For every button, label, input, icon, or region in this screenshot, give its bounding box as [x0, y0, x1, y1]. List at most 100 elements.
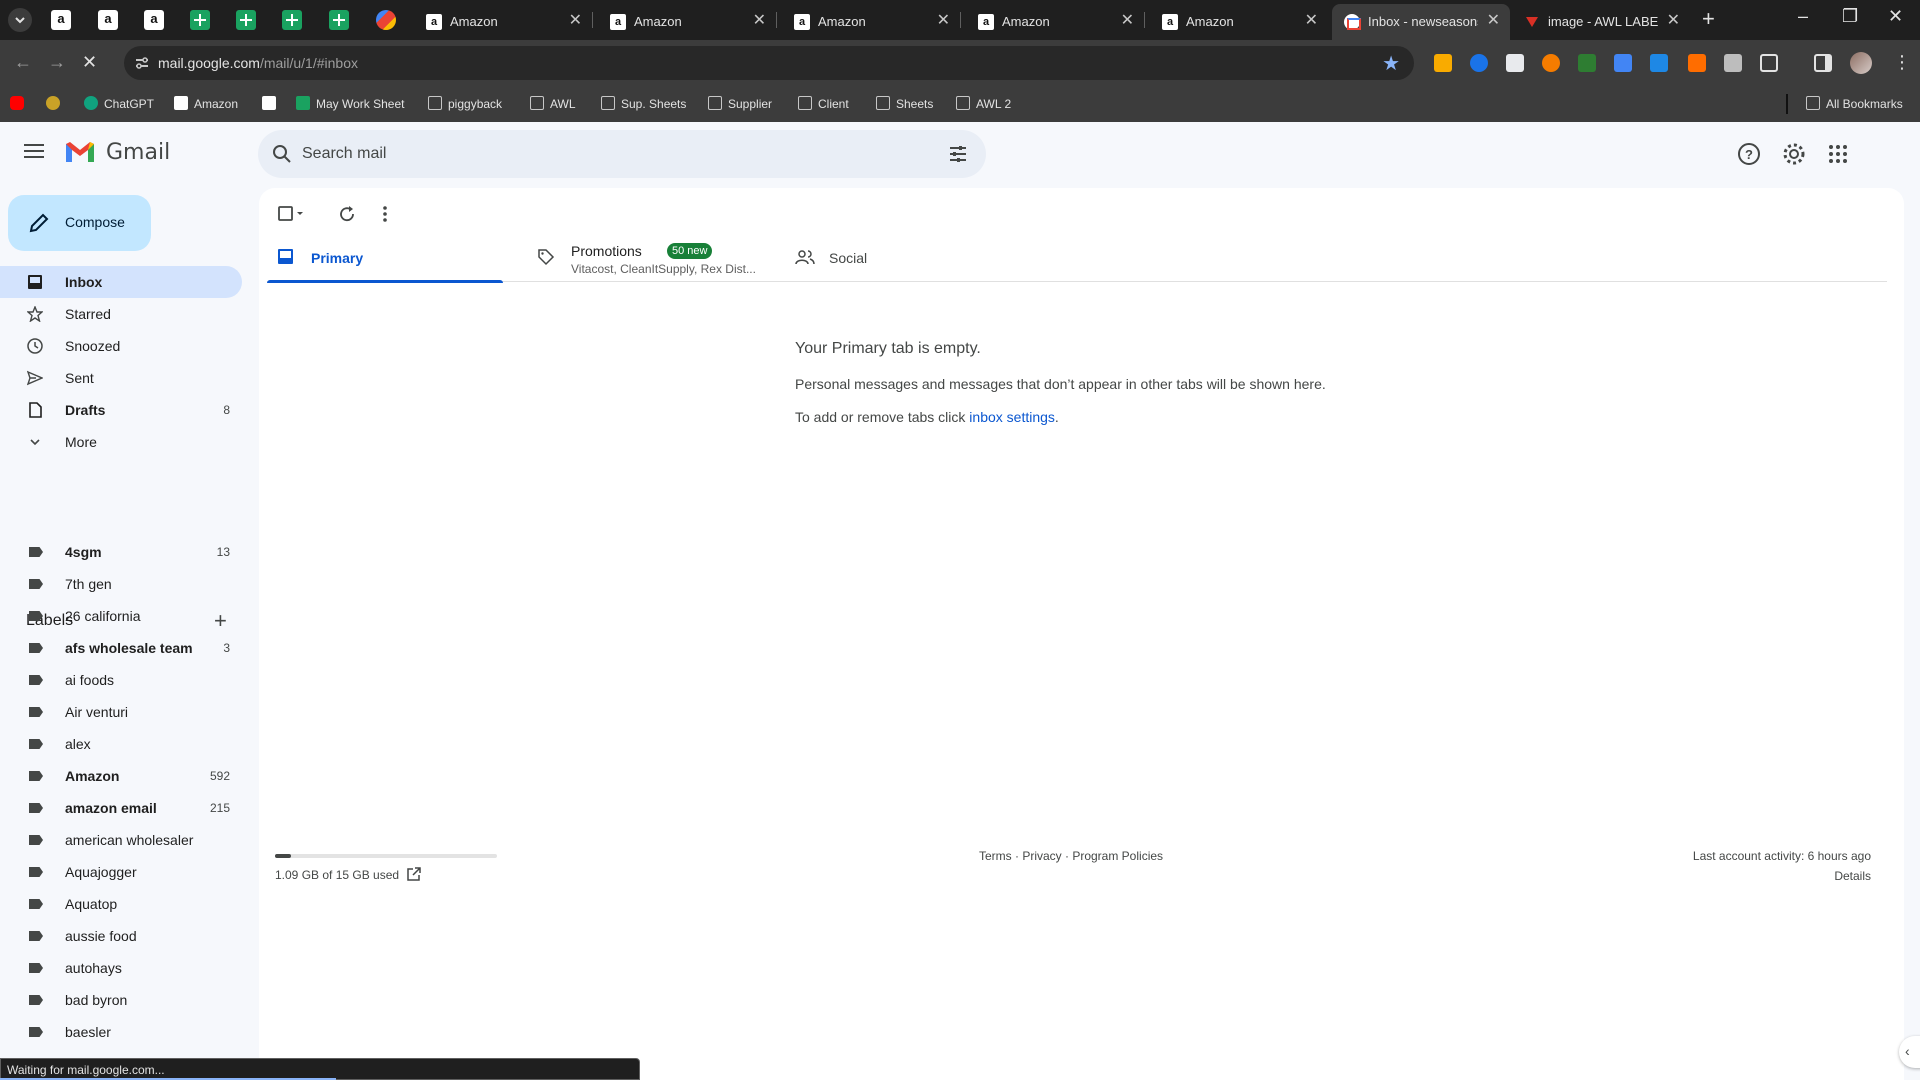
browser-tab[interactable]: a Amazon ✕	[782, 4, 960, 40]
bookmark-folder-client[interactable]: Client	[798, 94, 849, 114]
close-icon[interactable]: ✕	[1305, 12, 1318, 30]
browser-tab[interactable]: image - AWL LABEL ✕	[1512, 4, 1690, 40]
more-options-icon[interactable]	[379, 204, 391, 224]
extension-icon[interactable]	[1650, 54, 1668, 72]
pinned-tab-sheets[interactable]	[329, 10, 349, 30]
browser-tab[interactable]: a Amazon ✕	[1150, 4, 1328, 40]
window-close-icon[interactable]: ✕	[1888, 6, 1903, 27]
tab-promotions[interactable]: Promotions 50 new Vitacost, CleanItSuppl…	[527, 232, 763, 282]
calculator-extension-icon[interactable]	[1614, 54, 1632, 72]
label-item[interactable]: autohays	[0, 954, 242, 982]
nav-item-inbox[interactable]: Inbox	[0, 266, 242, 298]
bookmark-folder-sup-sheets[interactable]: Sup. Sheets	[601, 94, 686, 114]
label-item[interactable]: baesler	[0, 1018, 242, 1046]
pinned-tab-sheets[interactable]	[236, 10, 256, 30]
close-icon[interactable]: ✕	[1667, 12, 1680, 30]
minimize-icon[interactable]: –	[1798, 6, 1808, 27]
inbox-settings-link[interactable]: inbox settings	[969, 409, 1055, 425]
bookmark-folder-sheets[interactable]: Sheets	[876, 94, 933, 114]
search-icon[interactable]	[272, 144, 292, 164]
search-mail-bar[interactable]: Search mail	[258, 130, 986, 178]
tab-social[interactable]: Social	[785, 232, 1021, 282]
new-tab-button[interactable]: +	[1702, 6, 1715, 32]
bookmark-folder-awl-2[interactable]: AWL 2	[956, 94, 1011, 114]
search-input[interactable]: Search mail	[302, 145, 386, 163]
compose-button[interactable]: Compose	[8, 195, 151, 251]
nav-item-starred[interactable]: Starred	[0, 298, 242, 330]
bookmark-may-work-sheet[interactable]: May Work Sheet	[296, 94, 404, 114]
site-info-icon[interactable]	[134, 55, 150, 71]
label-item[interactable]: american wholesaler	[0, 826, 242, 854]
label-item[interactable]: Air venturi	[0, 698, 242, 726]
youtube-bookmark[interactable]	[10, 94, 30, 114]
close-icon[interactable]: ✕	[753, 12, 766, 30]
close-icon[interactable]: ✕	[1121, 12, 1134, 30]
close-icon[interactable]: ✕	[1487, 12, 1500, 30]
label-item[interactable]: aussie food	[0, 922, 242, 950]
extension-icon[interactable]	[1578, 54, 1596, 72]
bookmark-amazon-icon[interactable]	[262, 94, 282, 114]
help-icon[interactable]: ?	[1737, 142, 1761, 166]
open-in-new-icon[interactable]	[406, 866, 422, 882]
label-item[interactable]: Amazon 592	[0, 762, 242, 790]
bookmark-amazon[interactable]: Amazon	[174, 94, 238, 114]
google-apps-icon[interactable]	[1826, 142, 1850, 166]
bookmark-chatgpt[interactable]: ChatGPT	[84, 94, 154, 114]
pinned-tab-app[interactable]	[376, 10, 396, 30]
settings-gear-icon[interactable]	[1782, 142, 1806, 166]
extensions-puzzle-icon[interactable]	[1760, 54, 1778, 72]
bookmark-folder-supplier[interactable]: Supplier	[708, 94, 772, 114]
profile-avatar[interactable]	[1850, 52, 1872, 74]
activity-details-link[interactable]: Details	[1834, 869, 1871, 883]
label-item[interactable]: ai foods	[0, 666, 242, 694]
extension-icon[interactable]	[1724, 54, 1742, 72]
extension-icon[interactable]	[1434, 54, 1452, 72]
bookmark-icon-only[interactable]	[46, 94, 66, 114]
label-item[interactable]: Aquatop	[0, 890, 242, 918]
label-item[interactable]: afs wholesale team 3	[0, 634, 242, 662]
side-panel-icon[interactable]	[1814, 54, 1832, 72]
bookmark-folder-awl[interactable]: AWL	[530, 94, 576, 114]
select-checkbox-icon[interactable]	[277, 204, 305, 224]
label-item[interactable]: alex	[0, 730, 242, 758]
extension-icon[interactable]	[1470, 54, 1488, 72]
search-options-icon[interactable]	[948, 144, 968, 164]
back-arrow-icon[interactable]: ←	[14, 52, 32, 72]
label-item[interactable]: 7th gen	[0, 570, 242, 598]
stop-loading-icon[interactable]: ✕	[82, 52, 97, 72]
pinned-tab-sheets[interactable]	[190, 10, 210, 30]
nav-item-drafts[interactable]: Drafts 8	[0, 394, 242, 426]
restore-icon[interactable]: ❐	[1842, 6, 1858, 27]
all-bookmarks-button[interactable]: All Bookmarks	[1806, 94, 1903, 114]
close-icon[interactable]: ✕	[937, 12, 950, 30]
forward-arrow-icon[interactable]: →	[48, 52, 66, 72]
pinned-tab-sheets[interactable]	[282, 10, 302, 30]
refresh-icon[interactable]	[337, 204, 357, 224]
label-item[interactable]: amazon email 215	[0, 794, 242, 822]
footer-policy-links[interactable]: Terms · Privacy · Program Policies	[979, 849, 1163, 863]
label-item[interactable]: bad byron	[0, 986, 242, 1014]
bookmark-star-icon[interactable]: ★	[1382, 51, 1400, 76]
extension-icon[interactable]	[1542, 54, 1560, 72]
browser-tab[interactable]: a Amazon ✕	[598, 4, 776, 40]
browser-tab[interactable]: a Amazon ✕	[414, 4, 592, 40]
pinned-tab-amazon[interactable]: a	[144, 10, 164, 30]
bookmark-folder-piggyback[interactable]: piggyback	[428, 94, 502, 114]
tab-search-button[interactable]	[8, 8, 32, 32]
extension-icon[interactable]	[1688, 54, 1706, 72]
gmail-logo-icon[interactable]	[64, 140, 96, 164]
pinned-tab-amazon[interactable]: a	[51, 10, 71, 30]
browser-tab-active[interactable]: Inbox - newseasons@ ✕	[1332, 4, 1510, 40]
tab-primary[interactable]: Primary	[267, 232, 503, 283]
address-bar[interactable]: mail.google.com/mail/u/1/#inbox ★	[124, 46, 1414, 80]
extension-icon[interactable]	[1506, 54, 1524, 72]
browser-tab[interactable]: a Amazon ✕	[966, 4, 1144, 40]
pinned-tab-amazon[interactable]: a	[98, 10, 118, 30]
label-item[interactable]: Aquajogger	[0, 858, 242, 886]
label-item[interactable]: 4sgm 13	[0, 538, 242, 566]
browser-menu-icon[interactable]: ⋮	[1893, 52, 1911, 73]
nav-item-more[interactable]: More	[0, 426, 242, 458]
nav-item-snoozed[interactable]: Snoozed	[0, 330, 242, 362]
label-item[interactable]: 26 california	[0, 602, 242, 630]
close-icon[interactable]: ✕	[569, 12, 582, 30]
